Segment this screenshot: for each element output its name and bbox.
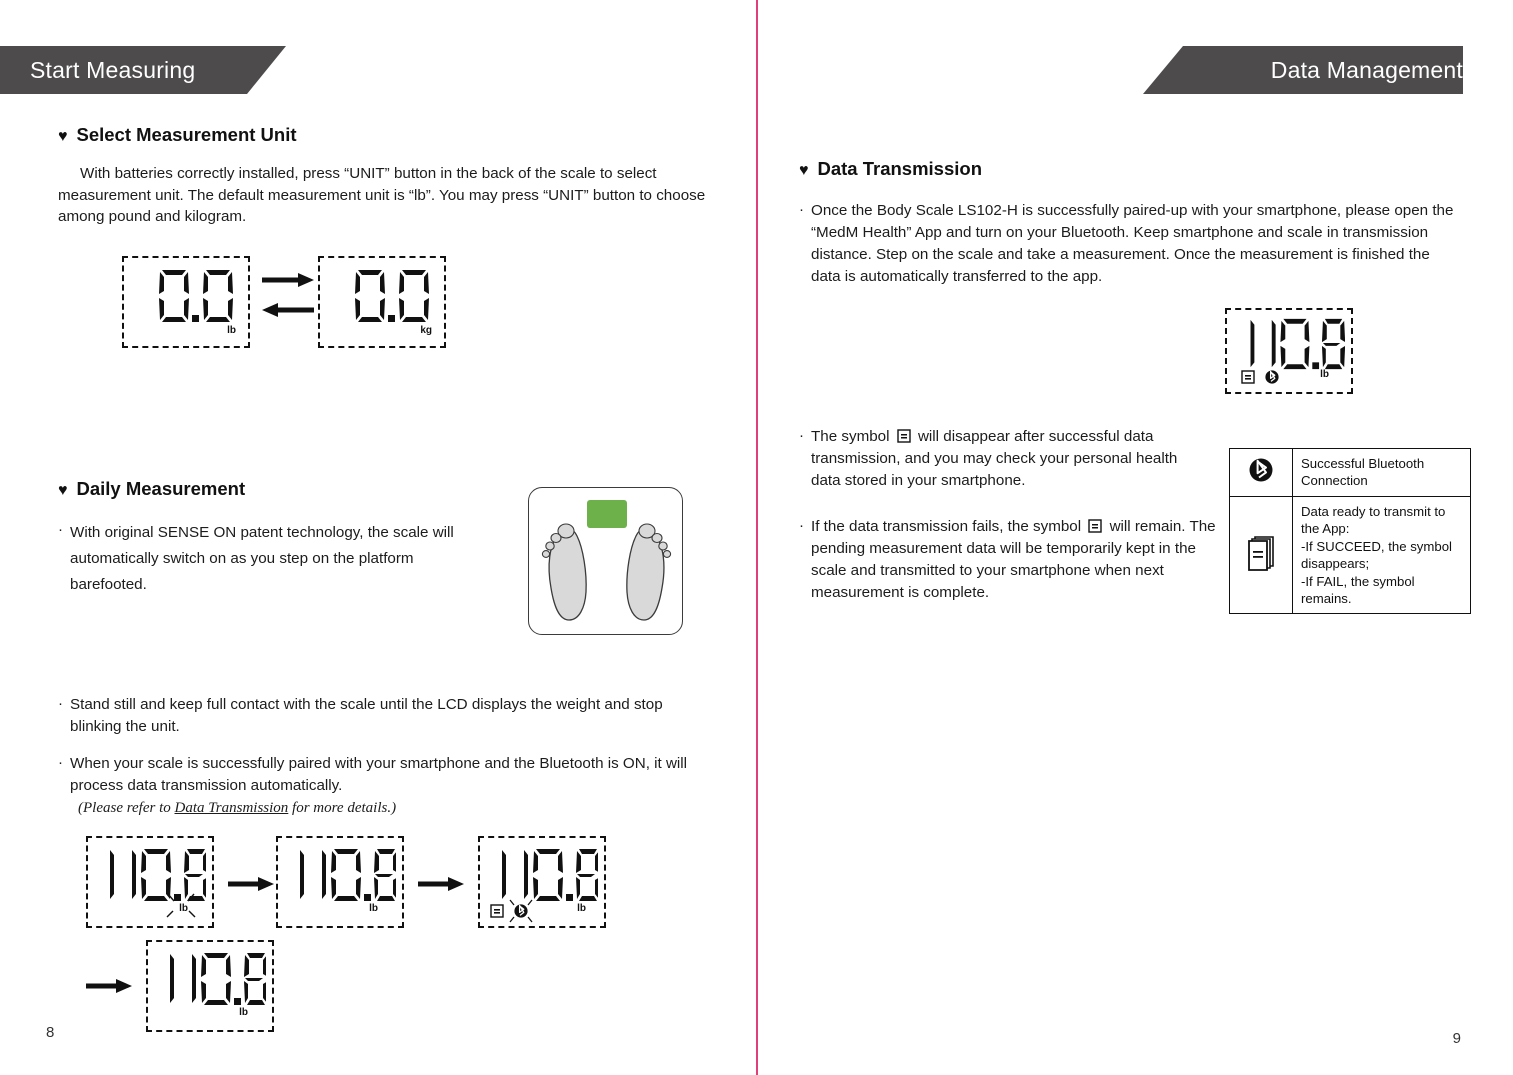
lcd-display-kg: kg [318,256,446,348]
document-icon [1248,536,1274,571]
right-page: Data Management ♥ Data Transmission · On… [757,0,1513,1075]
bullet-dot-icon: · [799,201,804,218]
lcd-digits-1108 [1250,318,1345,370]
manual-spread: Start Measuring ♥ Select Measurement Uni… [0,0,1513,1075]
bullet-dot-icon: · [58,695,63,712]
bullet-dot-icon: · [58,521,63,538]
lcd-seq3-unit-label: lb [577,903,586,914]
lcd-display-lb: lb [122,256,250,348]
section1-paragraph: With batteries correctly installed, pres… [58,165,706,226]
feet-icon [541,523,672,621]
bullet-3-part-1: If the data transmission fails, the symb… [811,518,1086,535]
blink-rays-icon [509,899,533,923]
lcd-digits-00-kg [355,270,429,322]
legend-icon-cell-bluetooth [1229,448,1293,497]
section-select-measurement-unit-heading: ♥ Select Measurement Unit [58,124,297,146]
bullet-dot-icon: · [799,427,804,444]
note-suffix: for more details.) [288,800,397,816]
banner-data-management: Data Management [1143,46,1463,94]
daily-bullet-3-text: When your scale is successfully paired w… [70,755,688,795]
document-icon [897,429,911,443]
transmission-bullet-2-body: The symbol will disappear after successf… [811,426,1207,492]
transmission-bullet-1: · Once the Body Scale LS102-H is success… [799,200,1459,288]
page-number-left: 8 [46,1024,55,1041]
daily-bullet-2: · Stand still and keep full contact with… [58,694,718,738]
lcd-transmission-unit-label: lb [1320,369,1329,380]
banner-start-measuring: Start Measuring [0,46,286,94]
daily-bullet-2-text: Stand still and keep full contact with t… [70,696,663,736]
bluetooth-icon [1265,370,1279,384]
daily-bullet-1: · With original SENSE ON patent technolo… [58,520,488,598]
lcd-kg-unit-label: kg [420,325,432,336]
arrow-right-icon [228,877,274,891]
banner-left-label: Start Measuring [30,56,196,83]
bluetooth-icon [1249,458,1273,482]
heart-icon: ♥ [799,162,809,179]
legend-text-document: Data ready to transmit to the App: -If S… [1292,495,1471,615]
body-scale-illustration [528,487,683,635]
lcd-digits-1108 [170,953,266,1005]
note-link[interactable]: Data Transmission [175,800,289,816]
bullet-dot-icon: · [58,754,63,771]
note-prefix: (Please refer to [78,800,175,816]
lcd-digits-1108 [300,849,396,901]
legend-icon-cell-document [1229,495,1293,615]
section1-title: Select Measurement Unit [76,124,297,145]
transmission-bullet-3: · If the data transmission fails, the sy… [799,516,1221,604]
heart-icon: ♥ [58,128,68,145]
document-icon [1088,519,1103,533]
lcd-sequence-2: lb [276,836,404,928]
bullet-dot-icon: · [799,517,804,534]
legend-row-bluetooth: Successful Bluetooth Connection [1229,448,1471,497]
page-number-right: 9 [1452,1030,1461,1047]
lcd-seq2-unit-label: lb [369,903,378,914]
section-daily-measurement-heading: ♥ Daily Measurement [58,478,245,500]
daily-bullet-3: · When your scale is successfully paired… [58,753,723,797]
transmission-bullet-3-body: If the data transmission fails, the symb… [811,516,1221,604]
document-icon [1241,370,1255,384]
lcd-sequence-1: lb [86,836,214,928]
data-transmission-note: (Please refer to Data Transmission for m… [78,800,396,817]
lcd-sequence-4: lb [146,940,274,1032]
lcd-sequence-3: lb [478,836,606,928]
right-section1-title: Data Transmission [817,158,983,179]
legend-row-document: Data ready to transmit to the App: -If S… [1229,495,1471,615]
blink-rays-icon [166,893,196,918]
transmission-bullet-2: · The symbol will disappear after succes… [799,426,1207,492]
legend-text-bluetooth: Successful Bluetooth Connection [1292,448,1471,497]
left-page: Start Measuring ♥ Select Measurement Uni… [0,0,757,1075]
lcd-display-transmission: lb [1225,308,1353,394]
lcd-seq4-unit-label: lb [239,1007,248,1018]
daily-bullet-1-text: With original SENSE ON patent technology… [70,524,454,593]
arrow-left-icon [262,303,314,317]
page-divider [756,0,758,1075]
bullet-2-part-1: The symbol [811,428,894,445]
document-icon [490,904,504,918]
section2-title: Daily Measurement [76,478,246,499]
arrow-right-icon [86,979,132,993]
arrow-right-icon [262,273,314,287]
symbol-legend-table: Successful Bluetooth Connection Data rea… [1229,448,1471,615]
heart-icon: ♥ [58,482,68,499]
banner-right-label: Data Management [1270,56,1463,83]
transmission-bullet-1-text: Once the Body Scale LS102-H is successfu… [811,202,1454,286]
lcd-lb-unit-label: lb [227,325,236,336]
lcd-digits-00 [159,270,233,322]
arrow-right-icon [418,877,464,891]
section-data-transmission-heading: ♥ Data Transmission [799,158,982,180]
